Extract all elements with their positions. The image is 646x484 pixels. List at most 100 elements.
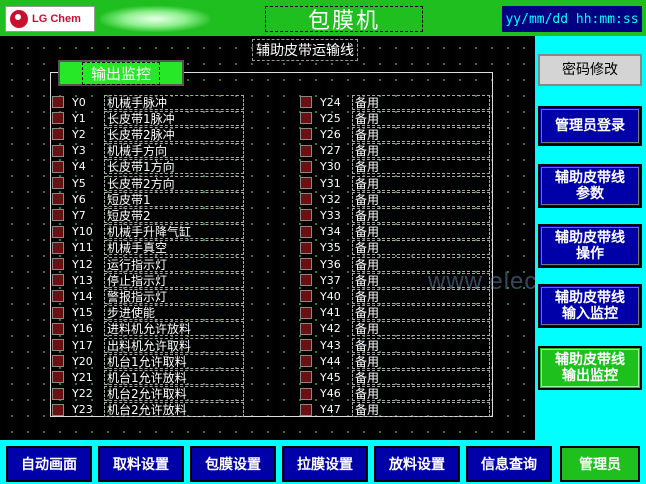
output-status-led [52, 290, 64, 303]
output-address: Y26 [320, 127, 341, 141]
aux-belt-input-monitor-label: 辅助皮带线 输入监控 [555, 290, 625, 322]
logo-text: LG Chem [32, 13, 81, 25]
output-status-led [52, 241, 64, 254]
right-sidebar: 密码修改 管理员登录 辅助皮带线 参数 辅助皮带线 操作 辅助皮带线 输入监控 … [535, 36, 646, 440]
output-address: Y20 [72, 354, 93, 368]
output-description: 备用 [352, 353, 490, 369]
output-description: 备用 [352, 126, 490, 142]
output-status-led [300, 387, 312, 400]
output-address: Y6 [72, 192, 86, 206]
output-row: Y7 短皮带2 [52, 207, 244, 223]
output-row: Y43 备用 [300, 337, 490, 353]
password-change-button[interactable]: 密码修改 [538, 54, 642, 86]
output-row: Y30 备用 [300, 159, 490, 175]
output-row: Y11 机械手真空 [52, 240, 244, 256]
output-description: 备用 [352, 402, 490, 418]
output-row: Y20 机台1允许取料 [52, 353, 244, 369]
output-status-led [300, 371, 312, 384]
output-status-led [300, 322, 312, 335]
output-description: 机台1允许取料 [104, 353, 244, 369]
output-status-led [300, 355, 312, 368]
output-row: Y31 备用 [300, 175, 490, 191]
output-description: 长皮带1方向 [104, 159, 244, 175]
output-description: 长皮带2脉冲 [104, 126, 244, 142]
output-address: Y15 [72, 306, 93, 320]
output-description: 出料机允许取料 [104, 337, 244, 353]
output-address: Y43 [320, 338, 341, 352]
output-row: Y21 机台1允许放料 [52, 369, 244, 385]
output-status-led [300, 177, 312, 189]
output-row: Y14 警报指示灯 [52, 288, 244, 304]
nav-wrap-settings[interactable]: 包膜设置 [190, 446, 276, 482]
output-address: Y4 [72, 160, 86, 174]
output-status-led [300, 241, 312, 254]
output-row: Y12 运行指示灯 [52, 256, 244, 272]
company-logo: LG Chem [5, 6, 95, 32]
nav-auto-screen[interactable]: 自动画面 [6, 446, 92, 482]
output-address: Y22 [72, 387, 93, 401]
output-address: Y46 [320, 387, 341, 401]
admin-login-button[interactable]: 管理员登录 [538, 106, 642, 146]
output-status-led [52, 339, 64, 351]
output-status-led [300, 160, 312, 173]
output-description: 机械手真空 [104, 240, 244, 256]
output-description: 备用 [352, 175, 490, 191]
datetime-display: yy/mm/dd hh:mm:ss [502, 6, 642, 32]
output-address: Y25 [320, 111, 341, 125]
aux-belt-output-monitor-button[interactable]: 辅助皮带线 输出监控 [538, 346, 642, 390]
output-address: Y41 [320, 306, 341, 320]
output-address: Y31 [320, 176, 341, 190]
aux-belt-params-label: 辅助皮带线 参数 [555, 170, 625, 202]
output-address: Y34 [320, 225, 341, 239]
output-description: 步进使能 [104, 305, 244, 321]
bottom-nav: 自动画面 取料设置 包膜设置 拉膜设置 放料设置 信息查询 管理员 [0, 440, 646, 484]
output-description: 备用 [352, 207, 490, 223]
output-address: Y16 [72, 322, 93, 336]
output-description: 机台1允许放料 [104, 369, 244, 385]
output-status-led [52, 177, 64, 189]
output-description: 机械手脉冲 [104, 94, 244, 110]
output-status-led [300, 112, 312, 125]
output-address: Y47 [320, 403, 341, 417]
nav-place-settings[interactable]: 放料设置 [374, 446, 460, 482]
output-row: Y26 备用 [300, 126, 490, 142]
output-address: Y7 [72, 208, 86, 222]
output-description: 备用 [352, 369, 490, 385]
output-address: Y0 [72, 95, 86, 109]
output-status-led [52, 193, 64, 206]
output-description: 机台2允许放料 [104, 402, 244, 418]
header-glow-decoration [100, 6, 210, 32]
output-description: 备用 [352, 159, 490, 175]
output-status-led [52, 144, 64, 157]
output-row: Y47 备用 [300, 402, 490, 418]
aux-belt-output-monitor-label: 辅助皮带线 输出监控 [555, 352, 625, 384]
output-row: Y16 进料机允许放料 [52, 321, 244, 337]
aux-belt-params-button[interactable]: 辅助皮带线 参数 [538, 164, 642, 208]
output-status-led [52, 403, 64, 416]
nav-stretch-settings[interactable]: 拉膜设置 [282, 446, 368, 482]
machine-title: 包膜机 [265, 6, 423, 34]
output-description: 机械手升降气缸 [104, 224, 244, 240]
output-address: Y40 [320, 289, 341, 303]
output-address: Y23 [72, 403, 93, 417]
output-row: Y42 备用 [300, 321, 490, 337]
nav-admin[interactable]: 管理员 [560, 446, 640, 482]
output-status-led [300, 258, 312, 270]
output-row: Y4 长皮带1方向 [52, 159, 244, 175]
output-description: 短皮带1 [104, 191, 244, 207]
output-status-led [300, 403, 312, 416]
aux-belt-operation-button[interactable]: 辅助皮带线 操作 [538, 224, 642, 268]
output-row: Y3 机械手方向 [52, 143, 244, 159]
output-row: Y22 机台2允许取料 [52, 386, 244, 402]
output-row: Y1 长皮带1脉冲 [52, 110, 244, 126]
output-description: 备用 [352, 94, 490, 110]
aux-belt-input-monitor-button[interactable]: 辅助皮带线 输入监控 [538, 284, 642, 328]
output-address: Y5 [72, 176, 86, 190]
output-status-led [52, 96, 64, 108]
output-description: 短皮带2 [104, 207, 244, 223]
output-monitor-label: 输出监控 [58, 60, 184, 86]
output-status-led [52, 306, 64, 319]
nav-pick-settings[interactable]: 取料设置 [98, 446, 184, 482]
nav-info-query[interactable]: 信息查询 [466, 446, 552, 482]
output-status-led [300, 144, 312, 157]
